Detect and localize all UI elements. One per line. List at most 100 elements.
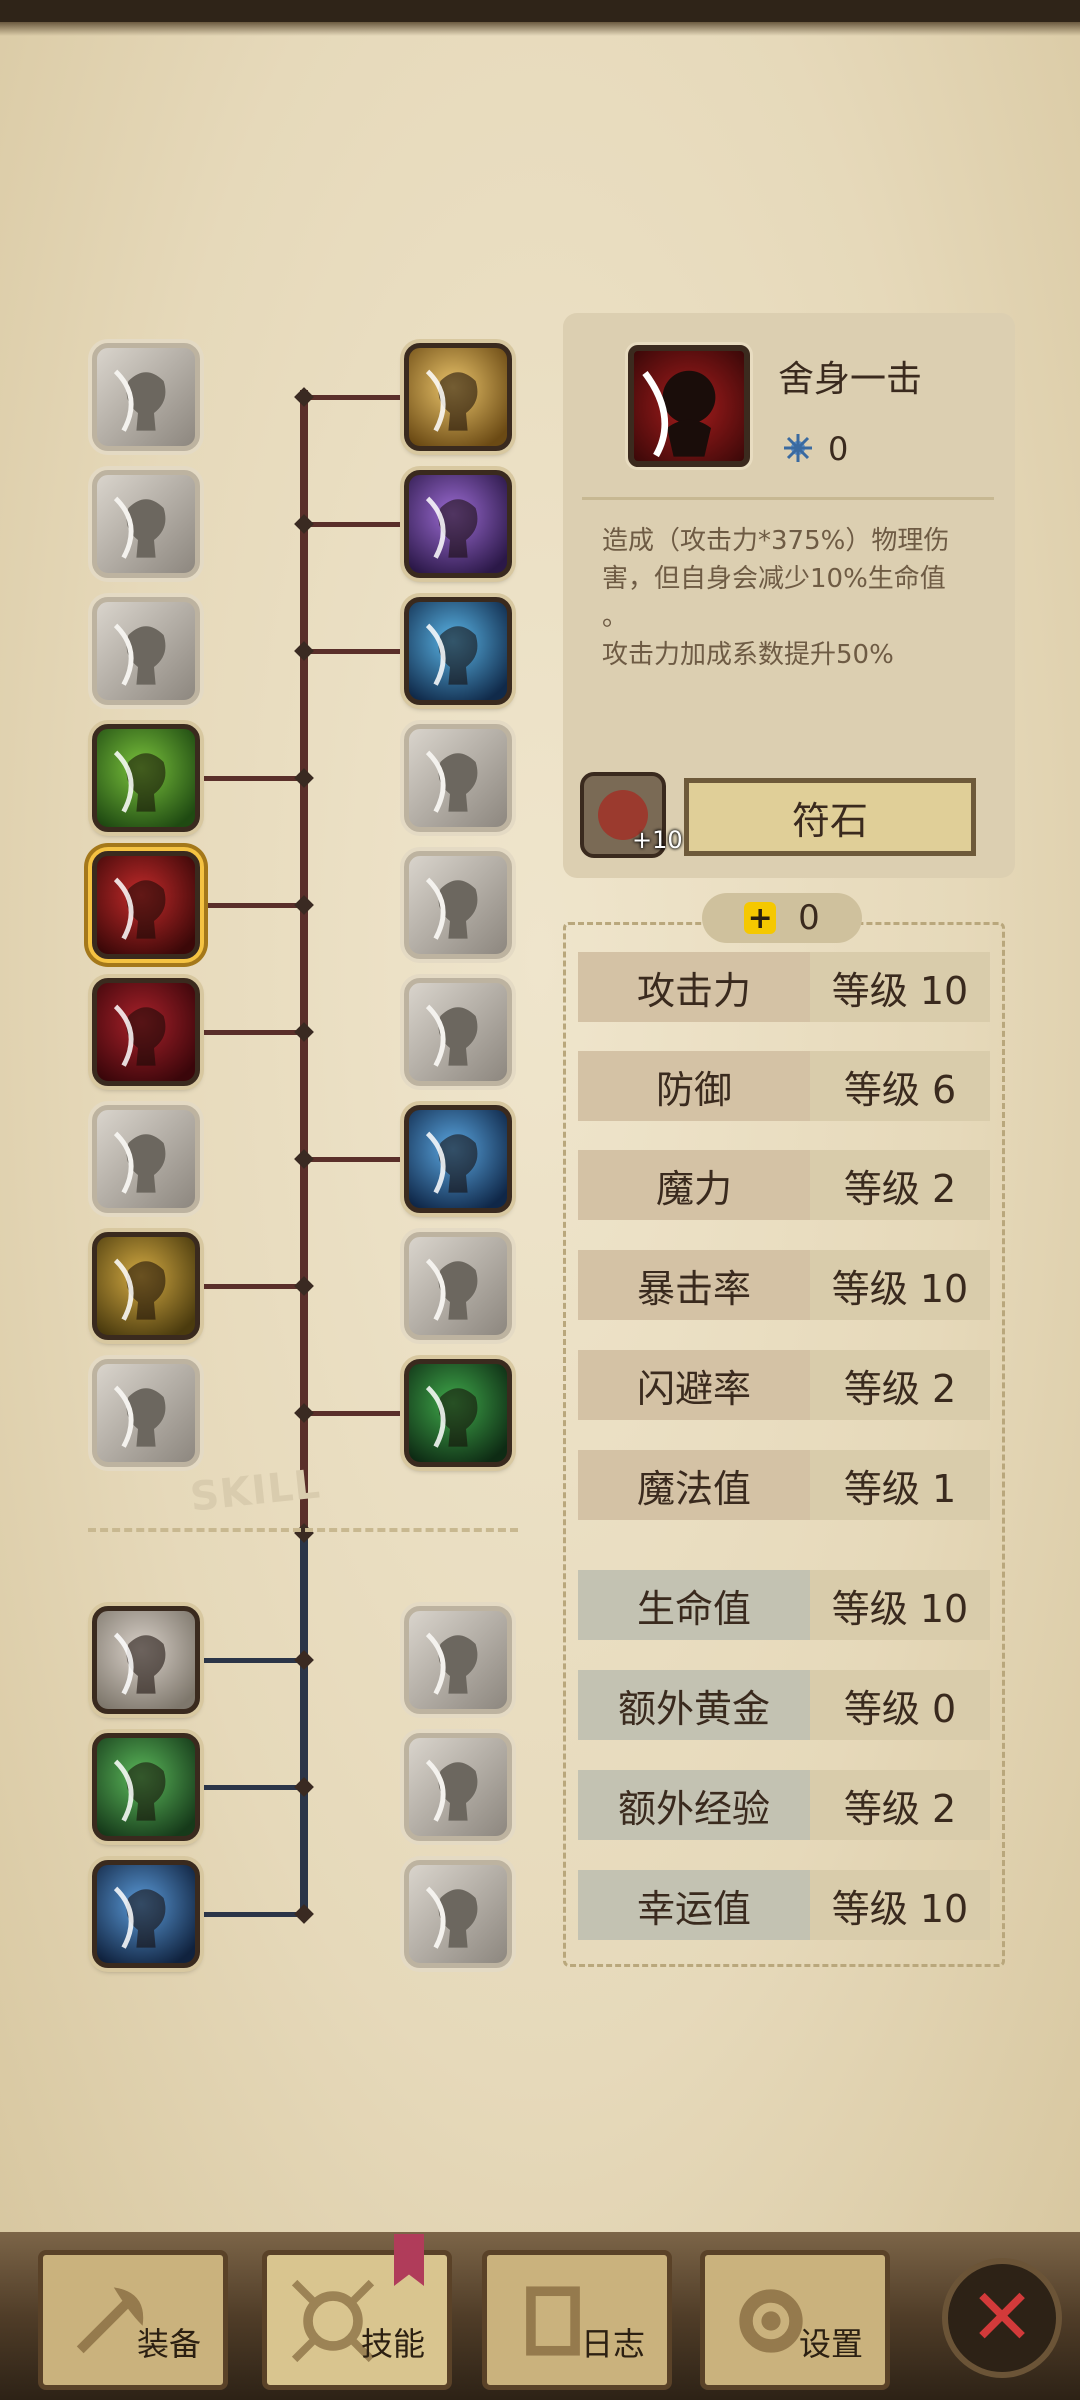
stat-row[interactable]: 防御 等级 6 <box>578 1051 990 1121</box>
stat-name: 生命值 <box>578 1570 810 1640</box>
stat-row[interactable]: 魔力 等级 2 <box>578 1150 990 1220</box>
dash-icon <box>113 1131 166 1194</box>
description-line: 攻击力加成系数提升50% <box>602 640 894 670</box>
bonus-branch-left <box>200 1785 300 1790</box>
bonus-blessing-button[interactable] <box>92 1860 200 1968</box>
nav-settings-label: 设置 <box>798 2325 863 2363</box>
stat-name: 额外黄金 <box>578 1670 810 1740</box>
smoke-icon <box>425 877 478 940</box>
skill-roar-button[interactable] <box>92 597 200 705</box>
gem-icon <box>784 434 812 462</box>
dagger-icon <box>113 1004 166 1067</box>
stat-row[interactable]: 幸运值 等级 10 <box>578 1870 990 1940</box>
skill-branch-left <box>200 903 300 908</box>
stat-level: 等级 10 <box>810 1570 990 1640</box>
clover-ghost-icon <box>425 1385 478 1448</box>
stat-row[interactable]: 额外黄金 等级 0 <box>578 1670 990 1740</box>
bonus-treasure-down-button[interactable] <box>92 1606 200 1714</box>
skill-sacrifice-strike-button[interactable] <box>92 851 200 959</box>
rune-button[interactable]: 符石 <box>684 778 976 856</box>
bonus-eye-chest-button[interactable] <box>404 1606 512 1714</box>
skill-eye-button[interactable] <box>404 978 512 1086</box>
skill-clover-button[interactable] <box>404 1359 512 1467</box>
shadow-ghost-icon <box>425 496 478 559</box>
sacrifice-strike-icon <box>642 370 716 458</box>
description-line: 害，但自身会减少10%生命值 <box>602 564 946 594</box>
skill-branch-right <box>308 1157 404 1162</box>
bonus-treasure-hand-button[interactable] <box>92 1733 200 1841</box>
kick-icon <box>113 496 166 559</box>
gear-burst-icon <box>425 1258 478 1321</box>
stat-level: 等级 2 <box>810 1350 990 1420</box>
top-border <box>0 0 1080 36</box>
treasure-chest-down-icon <box>113 1632 166 1695</box>
stat-level: 等级 10 <box>810 952 990 1022</box>
skill-crossed-swords-button[interactable] <box>92 1359 200 1467</box>
skill-slash-button[interactable] <box>92 343 200 451</box>
skill-branch-left <box>200 776 300 781</box>
plus-icon[interactable]: + <box>744 901 777 936</box>
slash-icon <box>113 369 166 432</box>
skill-kick-button[interactable] <box>92 470 200 578</box>
bonus-mystery-button[interactable] <box>404 1860 512 1968</box>
stat-row[interactable]: 闪避率 等级 2 <box>578 1350 990 1420</box>
nav-settings-button[interactable]: 设置 <box>700 2250 890 2390</box>
nav-skills-label: 技能 <box>360 2325 425 2363</box>
nav-equipment-label: 装备 <box>136 2325 201 2363</box>
skill-branch-left <box>200 1030 300 1035</box>
bonus-branch-left <box>200 1658 300 1663</box>
skill-tree-trunk <box>300 390 308 1530</box>
stat-row[interactable]: 攻击力 等级 10 <box>578 952 990 1022</box>
skill-branch-left <box>200 1284 300 1289</box>
stat-name: 闪避率 <box>578 1350 810 1420</box>
stat-row[interactable]: 额外经验 等级 2 <box>578 1770 990 1840</box>
lightning-icon <box>425 623 478 686</box>
bonus-tree-trunk <box>300 1532 308 1917</box>
skill-golden-fury-button[interactable] <box>92 1232 200 1340</box>
run-icon <box>425 750 478 813</box>
selected-skill-icon <box>628 345 750 467</box>
stat-name: 额外经验 <box>578 1770 810 1840</box>
skill-dagger-button[interactable] <box>92 978 200 1086</box>
gem-count: 0 <box>828 430 849 468</box>
eye-blast-icon <box>425 1004 478 1067</box>
skill-muscle-button[interactable] <box>92 724 200 832</box>
close-icon: ✕ <box>969 2273 1035 2363</box>
eye-box-icon <box>425 1759 478 1822</box>
skill-branch-right <box>308 649 404 654</box>
bonus-eye-box-button[interactable] <box>404 1733 512 1841</box>
stat-name: 魔法值 <box>578 1450 810 1520</box>
stat-level: 等级 0 <box>810 1670 990 1740</box>
stat-name: 魔力 <box>578 1150 810 1220</box>
eye-chest-icon <box>425 1632 478 1695</box>
skill-wind-blade-button[interactable] <box>404 1105 512 1213</box>
nav-log-button[interactable]: 日志 <box>482 2250 672 2390</box>
stat-row[interactable]: 生命值 等级 10 <box>578 1570 990 1640</box>
stat-name: 幸运值 <box>578 1870 810 1940</box>
stat-row[interactable]: 暴击率 等级 10 <box>578 1250 990 1320</box>
skill-gear-button[interactable] <box>404 1232 512 1340</box>
skill-title: 舍身一击 <box>778 359 923 400</box>
nav-log-label: 日志 <box>580 2325 645 2363</box>
stat-level: 等级 1 <box>810 1450 990 1520</box>
wind-blade-icon <box>425 1131 478 1194</box>
skill-smoke-button[interactable] <box>404 851 512 959</box>
nav-equipment-button[interactable]: 装备 <box>38 2250 228 2390</box>
holy-shield-icon <box>425 369 478 432</box>
skill-lightning-button[interactable] <box>404 597 512 705</box>
bonus-branch-left <box>200 1912 300 1917</box>
skill-dash-button[interactable] <box>92 1105 200 1213</box>
muscle-arm-icon <box>113 750 166 813</box>
close-button[interactable]: ✕ <box>942 2258 1062 2378</box>
skill-holy-shield-button[interactable] <box>404 343 512 451</box>
skill-run-button[interactable] <box>404 724 512 832</box>
skill-branch-right <box>308 1411 404 1416</box>
skill-points-badge: + 0 <box>702 893 862 943</box>
description-line: 。 <box>602 602 629 632</box>
skill-description: 造成（攻击力*375%）物理伤 害，但自身会减少10%生命值 。 攻击力加成系数… <box>602 522 994 674</box>
skill-shadow-ghost-button[interactable] <box>404 470 512 578</box>
stat-name: 防御 <box>578 1051 810 1121</box>
treasure-hand-icon <box>113 1759 166 1822</box>
stat-level: 等级 10 <box>810 1870 990 1940</box>
stat-row[interactable]: 魔法值 等级 1 <box>578 1450 990 1520</box>
